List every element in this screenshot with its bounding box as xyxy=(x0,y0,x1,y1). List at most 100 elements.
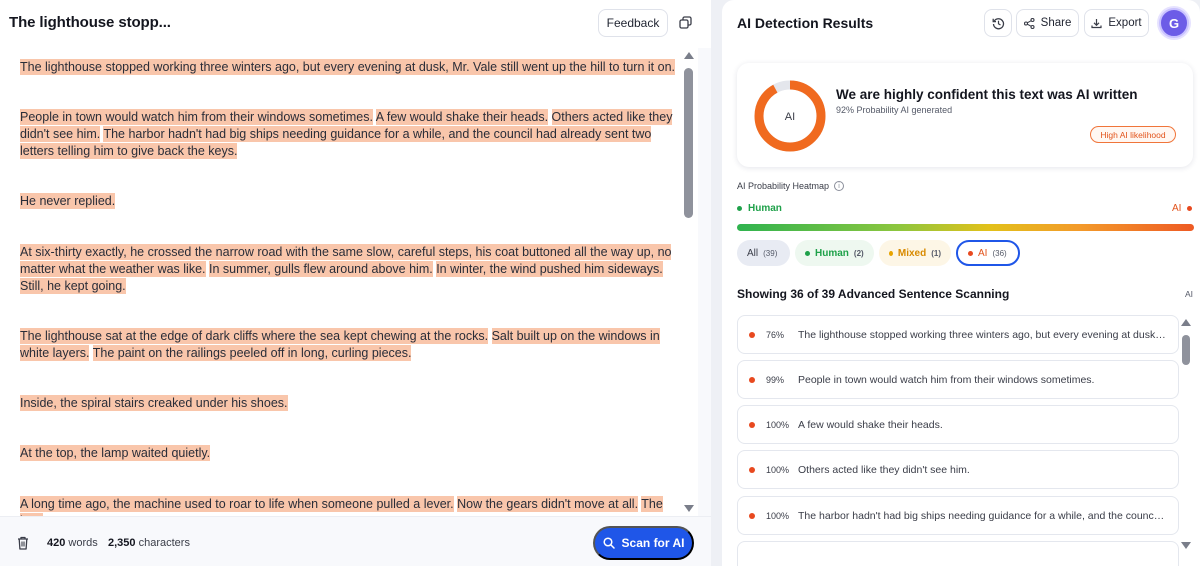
ai-sentence[interactable]: In summer, gulls flew around above him. xyxy=(208,261,433,277)
results-count-heading: Showing 36 of 39 Advanced Sentence Scann… xyxy=(737,287,1010,301)
filter-count: (2) xyxy=(853,248,864,258)
paragraph: People in town would watch him from thei… xyxy=(20,109,675,160)
scroll-down-arrow-icon[interactable] xyxy=(1181,542,1191,549)
sentence-row[interactable]: 100% Others acted like they didn't see h… xyxy=(737,450,1179,489)
sentence-row[interactable]: 100% The harbor hadn't had big ships nee… xyxy=(737,496,1179,535)
human-dot-icon xyxy=(737,206,742,211)
history-icon xyxy=(992,17,1004,29)
word-count: 420 words xyxy=(47,537,98,549)
share-button[interactable]: Share xyxy=(1016,9,1079,37)
paragraph: A long time ago, the machine used to roa… xyxy=(20,496,675,516)
sentence-row[interactable]: 100% A few would shake their heads. xyxy=(737,405,1179,444)
human-dot-icon xyxy=(805,250,810,256)
filter-ai[interactable]: AI (36) xyxy=(956,240,1020,266)
avatar[interactable]: G xyxy=(1159,8,1189,38)
history-button[interactable] xyxy=(984,9,1012,37)
heatmap-gradient-bar xyxy=(737,224,1194,231)
heatmap-ai-legend: AI xyxy=(1172,203,1193,214)
paragraph: He never replied. xyxy=(20,193,675,210)
share-icon xyxy=(1023,17,1035,29)
probability-subtext: 92% Probability AI generated xyxy=(836,105,953,115)
ai-sentence[interactable]: The lighthouse stopped working three win… xyxy=(20,59,675,75)
ai-sentence[interactable]: The lighthouse sat at the edge of dark c… xyxy=(20,328,489,344)
heatmap-title: AI Probability Heatmap xyxy=(737,181,830,191)
ai-sentence[interactable]: A few would shake their heads. xyxy=(375,109,549,125)
filter-label: AI xyxy=(978,247,988,259)
copy-icon xyxy=(678,15,692,29)
paragraph: The lighthouse sat at the edge of dark c… xyxy=(20,328,675,362)
text-editor[interactable]: The lighthouse stopped working three win… xyxy=(0,48,680,516)
paragraph: At six-thirty exactly, he crossed the na… xyxy=(20,244,675,295)
sentence-row[interactable] xyxy=(737,541,1179,566)
confidence-headline: We are highly confident this text was AI… xyxy=(836,87,1138,102)
character-count: 2,350 characters xyxy=(108,537,190,549)
ai-sentence[interactable]: The paint on the railings peeled off in … xyxy=(92,345,412,361)
filter-count: (39) xyxy=(763,248,778,258)
character-count-value: 2,350 xyxy=(108,537,136,549)
scroll-up-arrow-icon[interactable] xyxy=(1181,319,1191,326)
filter-label: Mixed xyxy=(897,247,927,259)
sentence-probability: 100% xyxy=(766,510,790,521)
ai-dot-icon xyxy=(749,512,755,519)
sentence-row[interactable]: 99% People in town would watch him from … xyxy=(737,360,1179,399)
share-label: Share xyxy=(1040,17,1072,29)
ai-probability-donut: AI xyxy=(754,80,826,152)
paragraph: At the top, the lamp waited quietly. xyxy=(20,445,675,462)
ai-dot-icon xyxy=(968,250,973,256)
filter-all[interactable]: All (39) xyxy=(737,240,790,266)
search-icon xyxy=(602,537,615,549)
export-label: Export xyxy=(1108,17,1142,29)
download-icon xyxy=(1091,18,1102,28)
sentence-probability: 99% xyxy=(766,374,785,385)
document-title[interactable]: The lighthouse stopp... xyxy=(9,14,171,31)
filter-label: Human xyxy=(815,247,849,259)
sentence-probability: 100% xyxy=(766,419,790,430)
ai-legend-label: AI xyxy=(1172,203,1182,214)
ai-dot-icon xyxy=(749,466,755,473)
donut-label: AI xyxy=(785,111,795,123)
info-icon[interactable]: i xyxy=(834,181,845,191)
ai-sentence[interactable]: He never replied. xyxy=(20,193,116,209)
sentence-text: A few would shake their heads. xyxy=(798,418,943,431)
ai-sentence[interactable]: In winter, the wind pushed him sideways. xyxy=(436,261,663,277)
scan-button-label: Scan for AI xyxy=(621,536,685,550)
scan-for-ai-button[interactable]: Scan for AI xyxy=(593,526,694,560)
results-scrollbar-thumb[interactable] xyxy=(1182,335,1190,365)
ai-sentence[interactable]: The harbor hadn't had big ships needing … xyxy=(20,126,652,159)
human-legend-label: Human xyxy=(748,203,782,214)
filter-label: All xyxy=(747,247,759,259)
scrollbar-thumb[interactable] xyxy=(684,68,693,218)
ai-dot-icon xyxy=(749,376,755,383)
feedback-button[interactable]: Feedback xyxy=(598,9,668,37)
sentence-text: The lighthouse stopped working three win… xyxy=(798,328,1178,341)
paragraph: The lighthouse stopped working three win… xyxy=(20,59,675,76)
ai-sentence[interactable]: Still, he kept going. xyxy=(20,278,126,294)
ai-dot-icon xyxy=(749,421,755,428)
ai-dot-icon xyxy=(1187,206,1193,211)
sentence-row[interactable]: 76% The lighthouse stopped working three… xyxy=(737,315,1179,354)
ai-column-tag: AI xyxy=(1185,289,1194,299)
status-badge: High AI likelihood xyxy=(1090,126,1176,143)
export-button[interactable]: Export xyxy=(1084,9,1149,37)
filter-count: (36) xyxy=(992,248,1007,258)
filter-mixed[interactable]: Mixed (1) xyxy=(879,240,951,266)
sentence-probability: 100% xyxy=(766,464,790,475)
sentence-text: The harbor hadn't had big ships needing … xyxy=(798,509,1178,522)
ai-sentence[interactable]: People in town would watch him from thei… xyxy=(20,109,373,125)
sentence-probability: 76% xyxy=(766,329,785,340)
ai-sentence[interactable]: Now the gears didn't move at all. xyxy=(457,496,639,512)
sentence-text: People in town would watch him from thei… xyxy=(798,373,1095,386)
heatmap-label: AI Probability Heatmap i xyxy=(737,181,845,191)
heatmap-human-legend: Human xyxy=(737,203,782,214)
copy-button[interactable] xyxy=(675,12,695,32)
ai-sentence[interactable]: Inside, the spiral stairs creaked under … xyxy=(20,395,288,411)
scroll-up-arrow-icon[interactable] xyxy=(684,52,694,59)
scroll-down-arrow-icon[interactable] xyxy=(684,505,694,512)
paragraph: Inside, the spiral stairs creaked under … xyxy=(20,395,675,412)
ai-sentence[interactable]: A long time ago, the machine used to roa… xyxy=(20,496,454,512)
trash-icon[interactable] xyxy=(16,535,30,551)
ai-sentence[interactable]: At the top, the lamp waited quietly. xyxy=(20,445,211,461)
sentence-list[interactable]: 76% The lighthouse stopped working three… xyxy=(737,315,1179,566)
word-count-label: words xyxy=(68,537,98,549)
filter-human[interactable]: Human (2) xyxy=(795,240,874,266)
